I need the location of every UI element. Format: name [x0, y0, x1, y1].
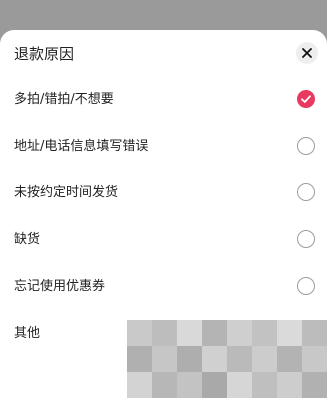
mosaic-cell	[227, 346, 252, 372]
mosaic-cell	[127, 346, 152, 372]
mosaic-cell	[202, 372, 227, 398]
reason-label: 未按约定时间发货	[14, 185, 119, 200]
mosaic-cell	[177, 346, 202, 372]
mosaic-cell	[202, 320, 227, 346]
reason-label: 忘记使用优惠券	[14, 279, 106, 294]
close-button[interactable]	[296, 42, 318, 64]
mosaic-cell	[252, 320, 277, 346]
mosaic-cell	[202, 346, 227, 372]
reason-option-out-of-stock[interactable]: 缺货	[0, 217, 327, 263]
check-icon	[301, 95, 311, 103]
reason-option-late-shipping[interactable]: 未按约定时间发货	[0, 170, 327, 216]
reason-radio[interactable]	[297, 90, 315, 108]
mosaic-cell	[177, 320, 202, 346]
close-icon	[302, 48, 312, 58]
reason-option-forgot-coupon[interactable]: 忘记使用优惠券	[0, 264, 327, 310]
mosaic-cell	[177, 372, 202, 398]
mosaic-cell	[152, 372, 177, 398]
mosaic-cell	[227, 372, 252, 398]
mosaic-cell	[152, 320, 177, 346]
pixelated-overlay	[127, 320, 327, 398]
reason-label: 多拍/错拍/不想要	[14, 92, 114, 107]
mosaic-cell	[127, 320, 152, 346]
reason-radio[interactable]	[297, 137, 315, 155]
mosaic-cell	[252, 372, 277, 398]
reason-radio[interactable]	[297, 183, 315, 201]
mosaic-cell	[302, 372, 327, 398]
reason-radio[interactable]	[297, 230, 315, 248]
reason-label: 地址/电话信息填写错误	[14, 139, 149, 154]
refund-reason-sheet: 退款原因 多拍/错拍/不想要 地址/电话信息填写错误 未按约定时间发货 缺货 忘…	[0, 30, 327, 398]
mosaic-cell	[127, 372, 152, 398]
sheet-title: 退款原因	[14, 45, 75, 63]
mosaic-cell	[277, 372, 302, 398]
reason-label: 缺货	[14, 232, 41, 247]
mosaic-cell	[277, 346, 302, 372]
reason-label: 其他	[14, 326, 41, 341]
mosaic-cell	[152, 346, 177, 372]
mosaic-cell	[302, 346, 327, 372]
mosaic-cell	[277, 320, 302, 346]
reason-option-address-error[interactable]: 地址/电话信息填写错误	[0, 124, 327, 170]
reason-radio[interactable]	[297, 277, 315, 295]
mosaic-cell	[252, 346, 277, 372]
mosaic-cell	[227, 320, 252, 346]
reason-option-wrong-order[interactable]: 多拍/错拍/不想要	[0, 77, 327, 123]
mosaic-cell	[302, 320, 327, 346]
